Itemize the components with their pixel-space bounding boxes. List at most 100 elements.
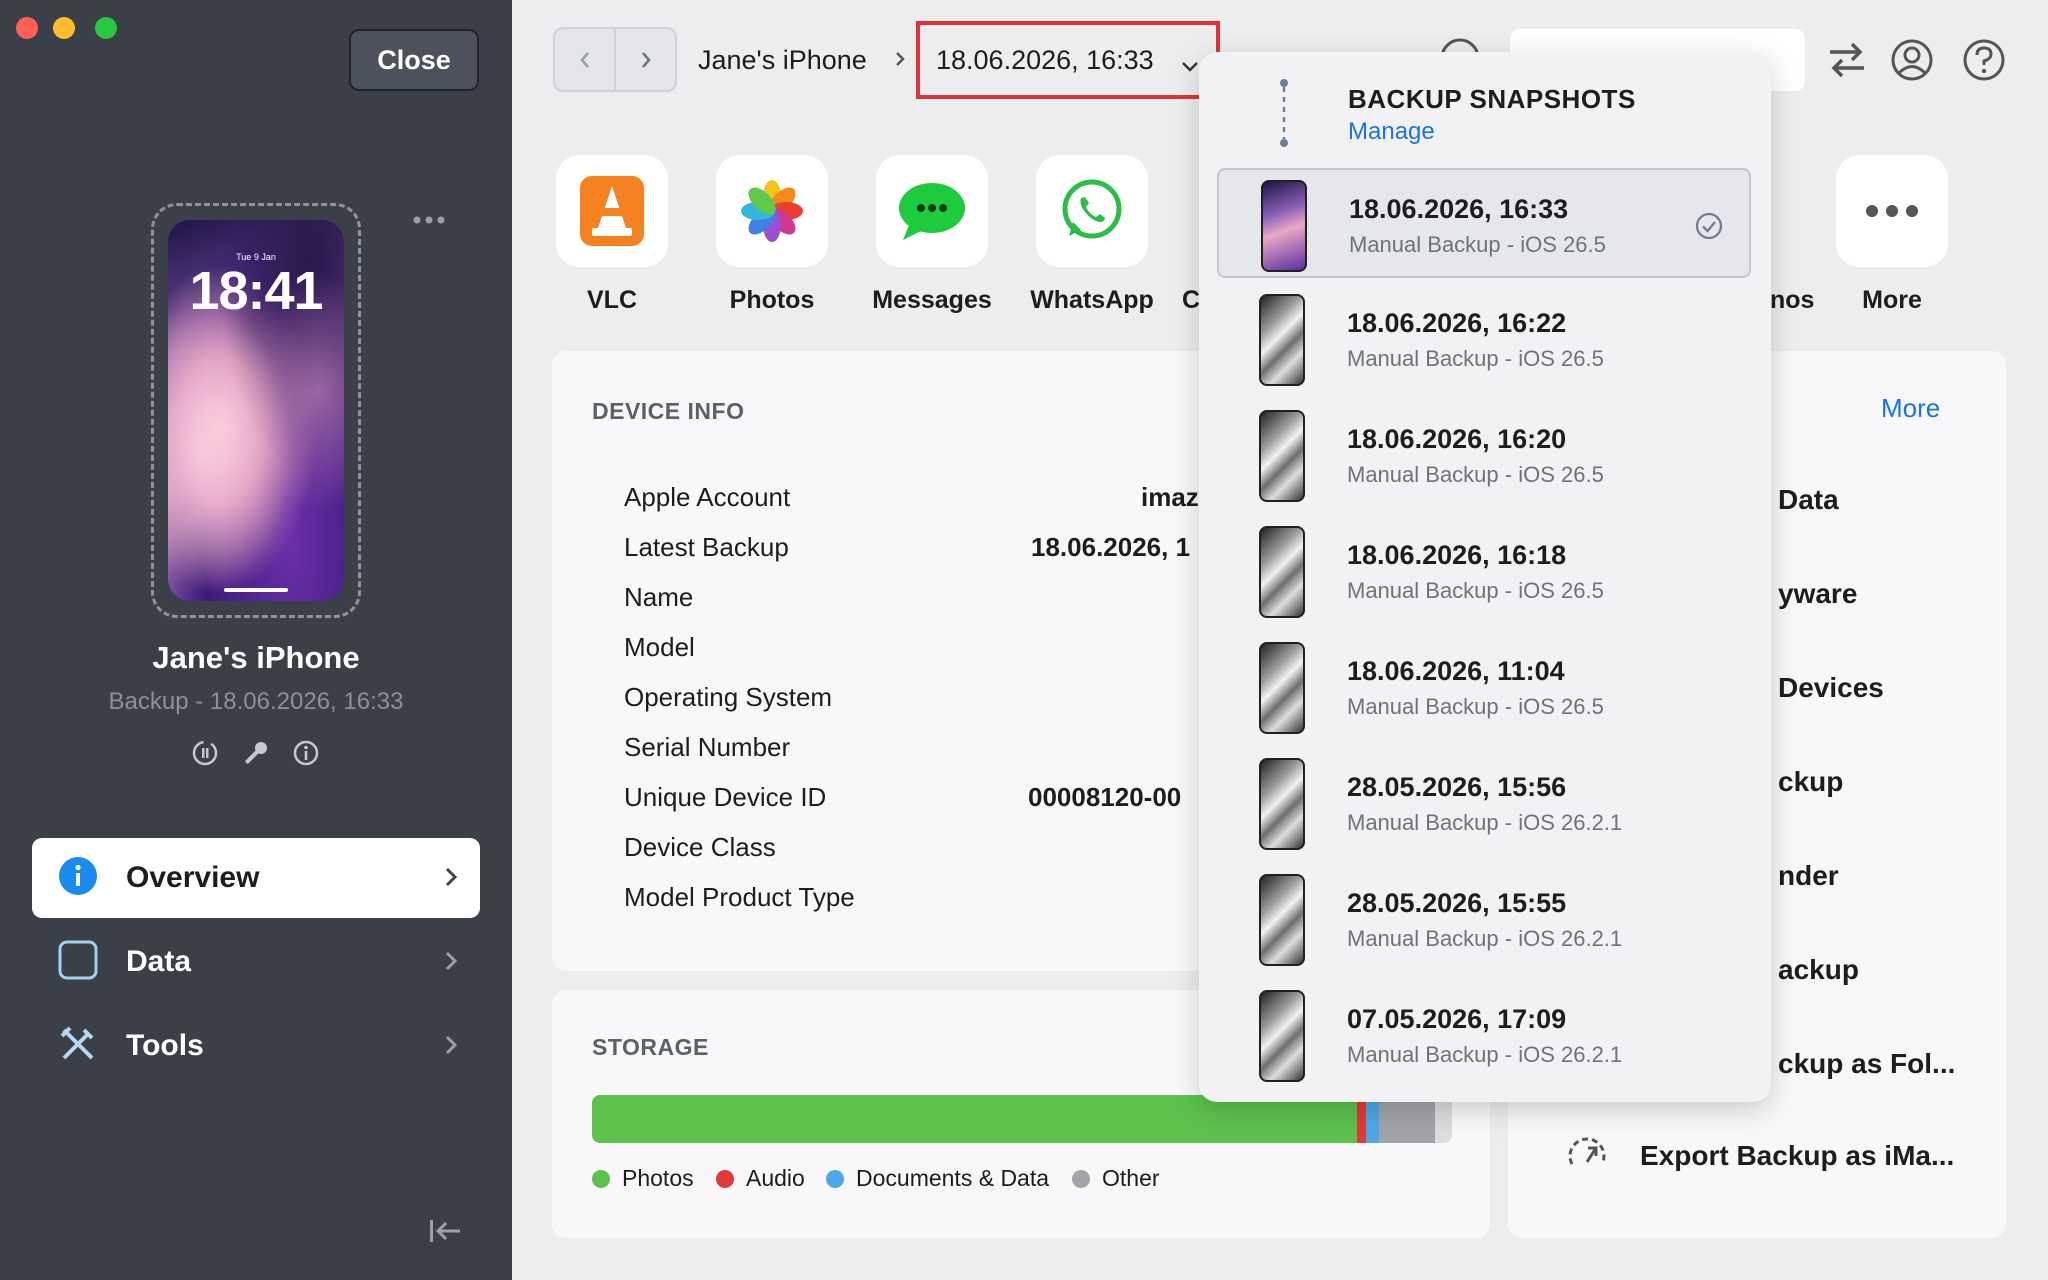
snapshot-desc: Manual Backup - iOS 26.5	[1347, 462, 1604, 487]
photos-icon	[741, 180, 803, 242]
messages-icon	[899, 183, 965, 240]
legend-audio: Audio	[716, 1165, 805, 1192]
device-subtitle: Backup - 18.06.2026, 16:33	[108, 688, 404, 715]
snapshot-desc: Manual Backup - iOS 26.2.1	[1347, 1042, 1623, 1067]
app-label: VLC	[587, 286, 637, 314]
chevron-right-icon	[442, 862, 460, 897]
legend-label: Documents & Data	[856, 1165, 1050, 1191]
home-indicator	[224, 588, 288, 592]
whatsapp-icon	[1062, 179, 1122, 239]
documents-color-dot	[826, 1169, 844, 1188]
sidebar-item-data[interactable]: Data	[32, 922, 480, 1002]
collapse-sidebar-icon[interactable]	[428, 1216, 464, 1251]
legend-documents: Documents & Data	[826, 1165, 1049, 1192]
square-icon	[58, 940, 98, 985]
manage-link[interactable]: Manage	[1348, 118, 1435, 146]
storage-bar[interactable]	[592, 1095, 1452, 1143]
app-messages[interactable]	[876, 155, 988, 267]
help-icon[interactable]	[1962, 38, 2006, 87]
transfer-icon[interactable]	[1826, 40, 1868, 85]
snapshot-desc: Manual Backup - iOS 26.5	[1347, 694, 1604, 719]
sidebar-item-overview[interactable]: Overview	[32, 838, 480, 918]
app-photos[interactable]	[716, 155, 828, 267]
app-label: Photos	[729, 286, 815, 314]
backup-status-icon[interactable]	[190, 738, 220, 773]
snapshot-desc: Manual Backup - iOS 26.2.1	[1347, 810, 1623, 835]
chevron-down-icon	[1180, 51, 1200, 82]
app-label: nos	[1770, 286, 1815, 314]
vlc-icon	[580, 176, 644, 246]
sidebar-item-tools[interactable]: Tools	[32, 1006, 480, 1086]
snapshot-item[interactable]: 18.06.2026, 16:22 Manual Backup - iOS 26…	[1217, 284, 1751, 394]
snapshot-date: 28.05.2026, 15:55	[1347, 888, 1567, 918]
export-icon	[1564, 1134, 1610, 1185]
info-circle-icon[interactable]	[291, 738, 321, 773]
tool-item[interactable]: ckup	[1778, 766, 1843, 798]
app-more[interactable]	[1836, 155, 1948, 267]
snapshot-item[interactable]: 18.06.2026, 16:18 Manual Backup - iOS 26…	[1217, 516, 1751, 626]
breadcrumb-device[interactable]: Jane's iPhone	[698, 45, 867, 76]
snapshot-desc: Manual Backup - iOS 26.5	[1347, 578, 1604, 603]
snapshot-selector-value: 18.06.2026, 16:33	[936, 44, 1154, 75]
key-icon[interactable]	[241, 738, 271, 773]
app-label: C	[1182, 286, 1201, 314]
account-icon[interactable]	[1890, 38, 1934, 87]
tool-item[interactable]: Data	[1778, 484, 1839, 516]
export-backup-item[interactable]: Export Backup as iMa...	[1640, 1140, 1954, 1172]
window-zoom-dot[interactable]	[95, 17, 117, 39]
snapshot-item[interactable]: 18.06.2026, 16:33 Manual Backup - iOS 26…	[1217, 168, 1751, 278]
snapshot-thumbnail	[1259, 642, 1305, 734]
tool-item[interactable]: ackup	[1778, 954, 1859, 986]
tool-item[interactable]: yware	[1778, 578, 1857, 610]
app-vlc[interactable]	[556, 155, 668, 267]
close-button[interactable]: Close	[349, 29, 479, 91]
chevron-right-icon	[442, 946, 460, 981]
snapshot-item[interactable]: 28.05.2026, 15:56 Manual Backup - iOS 26…	[1217, 748, 1751, 858]
snapshot-date: 18.06.2026, 16:18	[1347, 540, 1567, 570]
info-label: Model	[624, 632, 695, 662]
snapshot-desc: Manual Backup - iOS 26.2.1	[1347, 926, 1623, 951]
chevron-left-icon	[579, 51, 589, 68]
app-whatsapp[interactable]	[1036, 155, 1148, 267]
snapshot-date: 18.06.2026, 16:20	[1347, 424, 1567, 454]
chevron-right-icon	[442, 1030, 460, 1065]
more-link[interactable]: More	[1881, 393, 1940, 424]
sidebar-item-label: Data	[126, 945, 192, 978]
storage-segment	[1365, 1095, 1379, 1143]
info-value: 18.06.2026, 1	[1031, 532, 1191, 562]
info-label: Unique Device ID	[624, 782, 827, 812]
storage-segment	[1357, 1095, 1366, 1143]
snapshot-thumbnail	[1259, 410, 1305, 502]
app-label: WhatsApp	[1030, 286, 1154, 314]
storage-segment	[592, 1095, 1358, 1143]
legend-label: Audio	[746, 1165, 805, 1191]
snapshot-desc: Manual Backup - iOS 26.5	[1347, 346, 1604, 371]
window-minimize-dot[interactable]	[53, 17, 75, 39]
storage-segment	[1378, 1095, 1435, 1143]
window-close-dot[interactable]	[16, 17, 38, 39]
checkmark-icon	[1695, 212, 1723, 245]
device-info-title: DEVICE INFO	[592, 398, 745, 424]
info-label: Apple Account	[624, 482, 791, 512]
forward-button[interactable]	[616, 29, 675, 90]
device-image: Tue 9 Jan 18:41	[168, 220, 344, 601]
app-label: More	[1862, 286, 1922, 314]
info-label: Latest Backup	[624, 532, 789, 562]
snapshot-item[interactable]: 28.05.2026, 15:55 Manual Backup - iOS 26…	[1217, 864, 1751, 974]
snapshots-dropdown: BACKUP SNAPSHOTS Manage 18.06.2026, 16:3…	[1199, 52, 1771, 1102]
history-nav	[553, 27, 677, 92]
info-label: Name	[624, 582, 694, 612]
tool-item[interactable]: ckup as Fol...	[1778, 1048, 1955, 1080]
audio-color-dot	[716, 1169, 734, 1188]
timeline-icon	[1279, 78, 1289, 153]
snapshot-selector[interactable]: 18.06.2026, 16:33	[916, 21, 1220, 99]
snapshot-item[interactable]: 18.06.2026, 16:20 Manual Backup - iOS 26…	[1217, 400, 1751, 510]
snapshots-title: BACKUP SNAPSHOTS	[1348, 84, 1636, 114]
tool-item[interactable]: nder	[1778, 860, 1839, 892]
snapshot-item[interactable]: 07.05.2026, 17:09 Manual Backup - iOS 26…	[1217, 980, 1751, 1090]
back-button[interactable]	[555, 29, 616, 90]
tool-item[interactable]: Devices	[1778, 672, 1884, 704]
storage-title: STORAGE	[592, 1034, 709, 1060]
device-more-icon[interactable]	[413, 212, 445, 230]
snapshot-item[interactable]: 18.06.2026, 11:04 Manual Backup - iOS 26…	[1217, 632, 1751, 742]
